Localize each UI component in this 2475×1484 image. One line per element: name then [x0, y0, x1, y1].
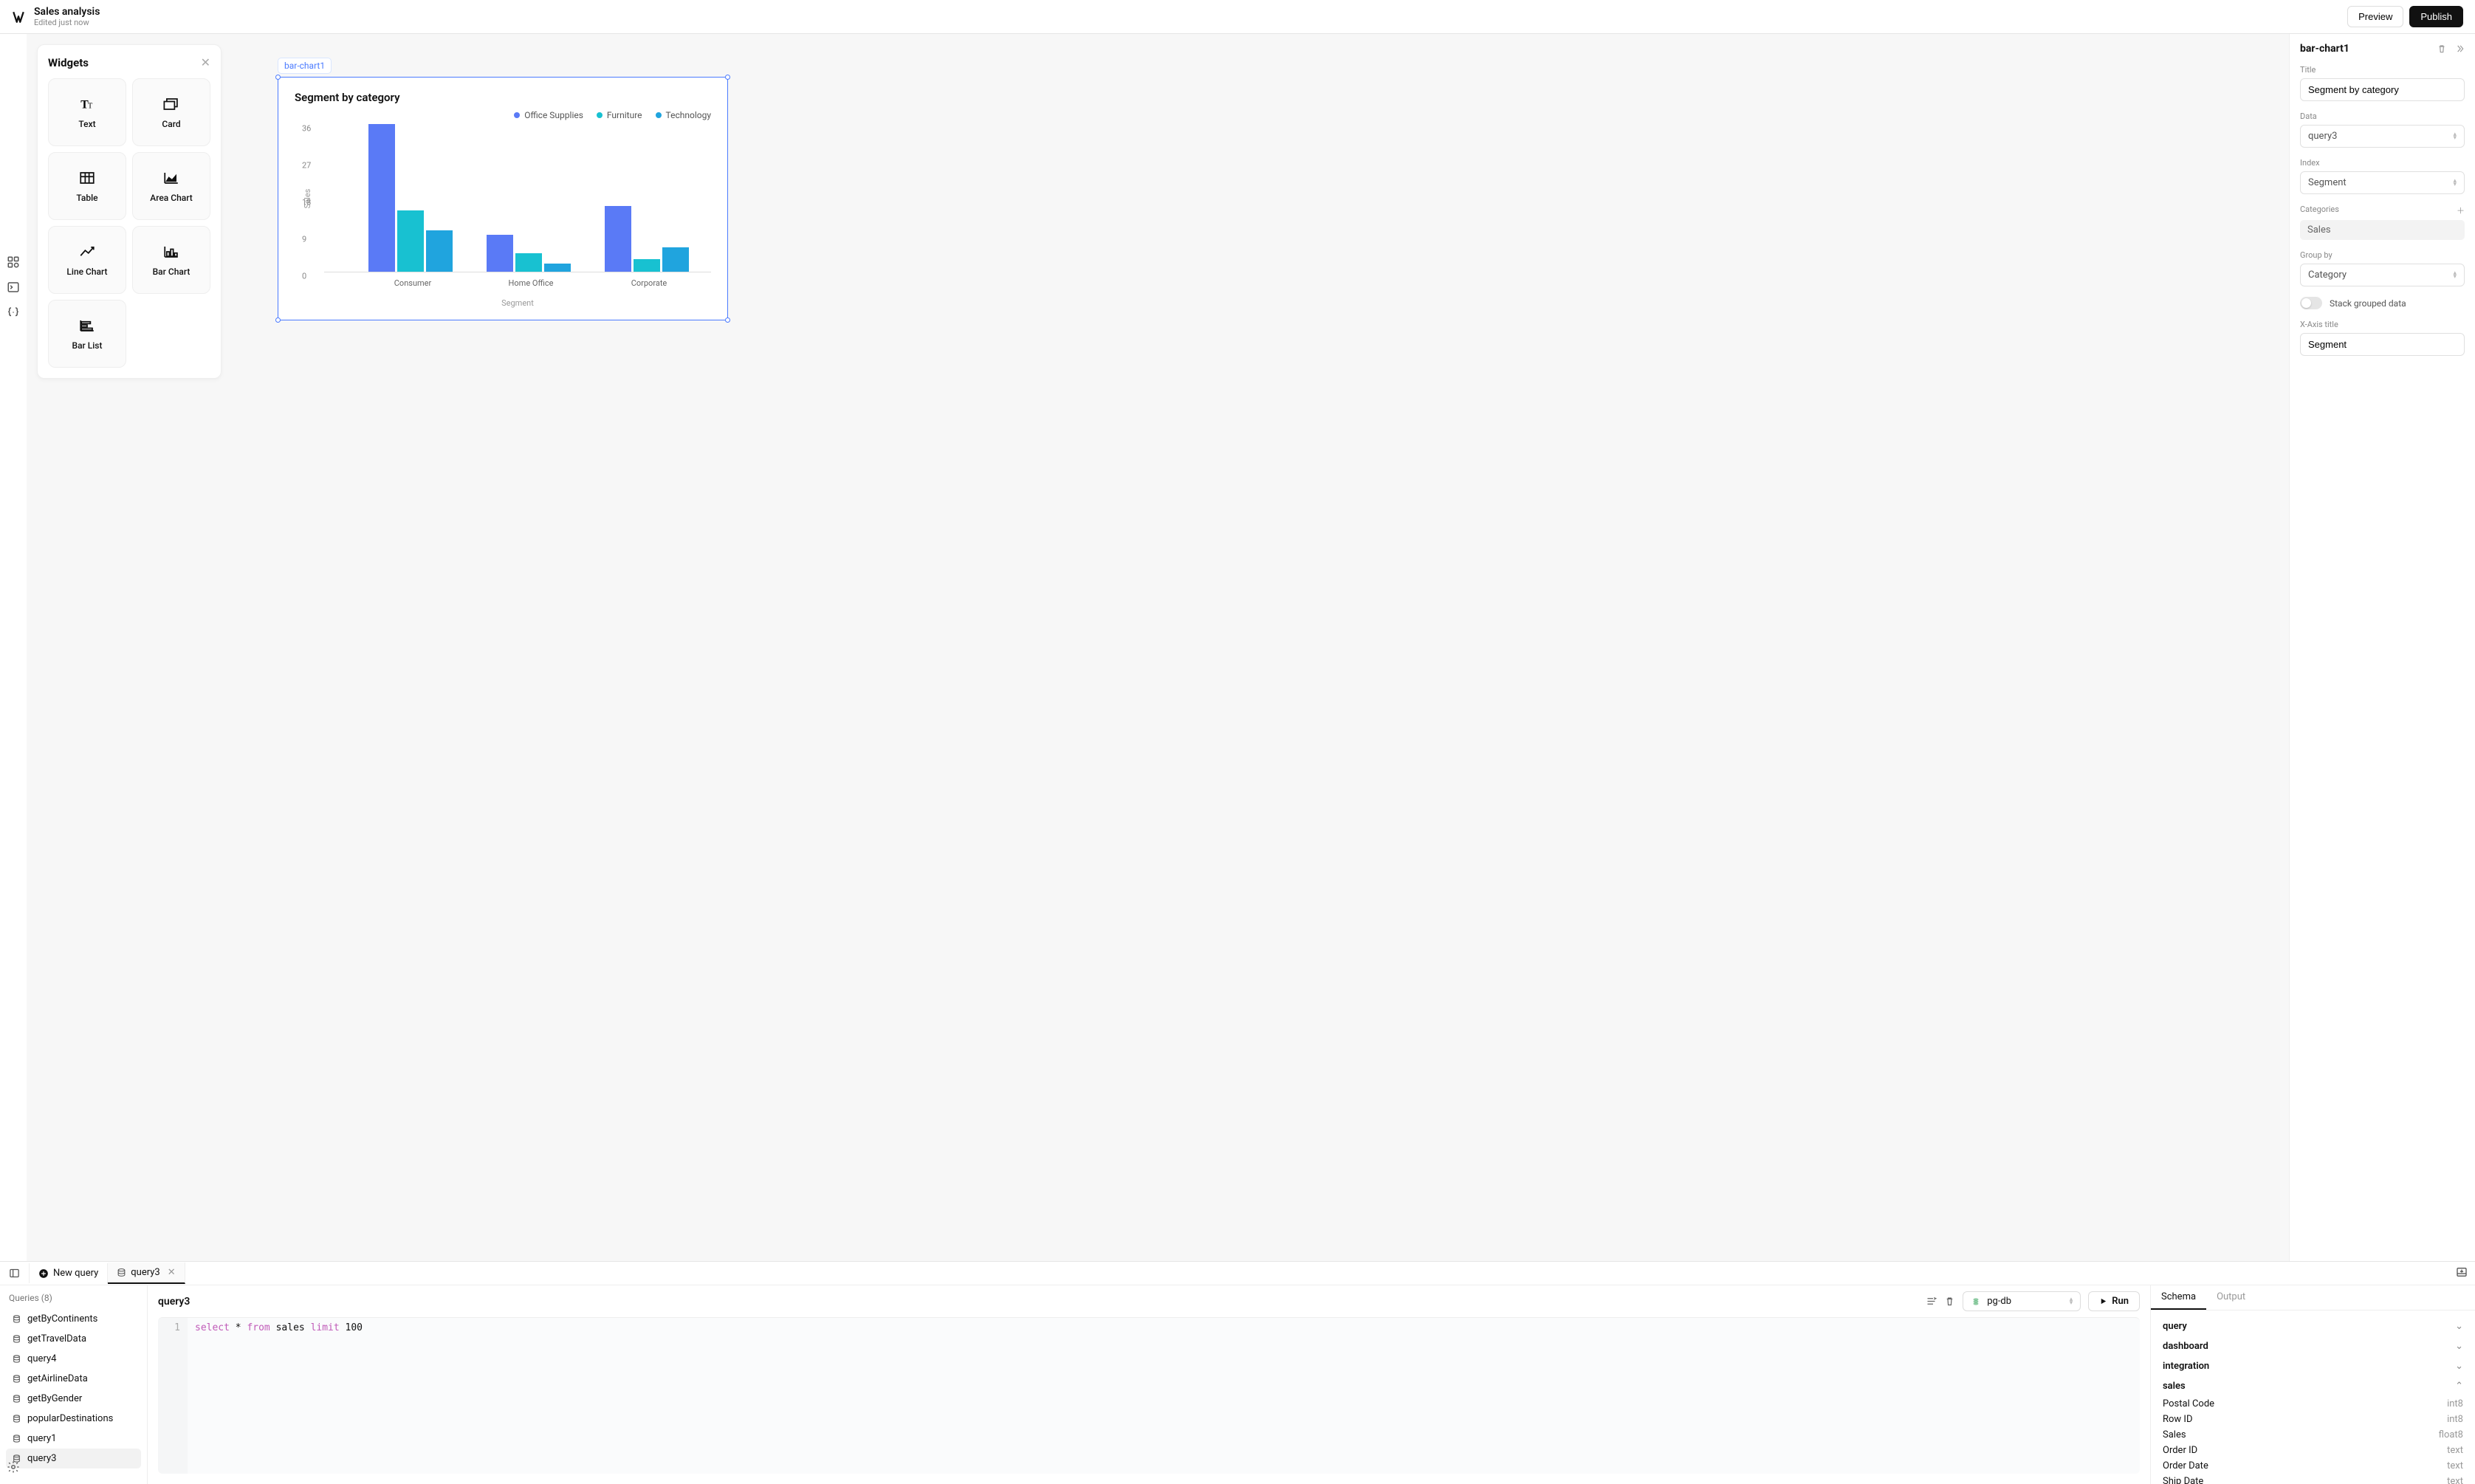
- widgets-rail-icon[interactable]: [7, 255, 20, 269]
- query-item[interactable]: query4: [6, 1349, 141, 1369]
- title-input[interactable]: [2300, 78, 2465, 101]
- widget-card[interactable]: Card: [132, 78, 210, 146]
- category-tag[interactable]: Sales: [2300, 220, 2465, 240]
- chart-plot: Sales 36271890: [324, 125, 711, 272]
- chart-title: Segment by category: [295, 91, 711, 104]
- query-item[interactable]: popularDestinations: [6, 1409, 141, 1429]
- bar: [515, 253, 542, 272]
- data-select[interactable]: query3▴▾: [2300, 125, 2465, 148]
- widget-bar-list[interactable]: Bar List: [48, 300, 126, 368]
- schema-column: Row IDint8: [2161, 1412, 2465, 1427]
- stack-toggle[interactable]: [2300, 297, 2322, 309]
- schema-column: Order Datetext: [2161, 1458, 2465, 1474]
- schema-column: Order IDtext: [2161, 1443, 2465, 1458]
- widgets-panel: Widgets ✕ TT Text Card Table: [37, 44, 222, 379]
- resize-handle[interactable]: [275, 317, 281, 323]
- bar: [487, 235, 513, 272]
- props-title: bar-chart1: [2300, 43, 2349, 55]
- delete-query-icon[interactable]: [1944, 1296, 1955, 1307]
- close-icon[interactable]: ✕: [201, 55, 210, 69]
- resize-handle[interactable]: [725, 75, 730, 80]
- bar: [397, 210, 424, 272]
- resize-handle[interactable]: [275, 75, 281, 80]
- settings-icon[interactable]: [7, 1460, 20, 1474]
- db-select[interactable]: pg-db ▴▾: [1963, 1291, 2081, 1311]
- output-tab[interactable]: Output: [2206, 1285, 2256, 1310]
- collapse-sidebar-icon[interactable]: [0, 1263, 30, 1283]
- schema-tab[interactable]: Schema: [2151, 1285, 2206, 1310]
- new-query-button[interactable]: New query: [30, 1263, 108, 1283]
- schema-table-row[interactable]: sales⌃: [2161, 1376, 2465, 1396]
- publish-button[interactable]: Publish: [2409, 6, 2463, 27]
- bar: [634, 259, 660, 272]
- schema-column: Salesfloat8: [2161, 1427, 2465, 1443]
- schema-column: Ship Datetext: [2161, 1474, 2465, 1484]
- query-item[interactable]: getTravelData: [6, 1329, 141, 1349]
- collapse-icon[interactable]: [2454, 44, 2465, 54]
- query-title: query3: [158, 1296, 1918, 1308]
- chart-tag: bar-chart1: [278, 58, 332, 74]
- top-bar: Sales analysis Edited just now Preview P…: [0, 0, 2475, 34]
- widget-bar-chart[interactable]: Bar Chart: [132, 226, 210, 294]
- query-item[interactable]: query3: [6, 1449, 141, 1468]
- schema-table-row[interactable]: integration⌄: [2161, 1356, 2465, 1376]
- schema-table-row[interactable]: dashboard⌄: [2161, 1336, 2465, 1356]
- format-icon[interactable]: [1926, 1296, 1937, 1307]
- sql-editor[interactable]: 1 select * from sales limit 100: [158, 1317, 2140, 1474]
- bottom-panel: New query query3 ✕ Queries (8) getByCont…: [0, 1261, 2475, 1484]
- queries-sidebar: Queries (8) getByContinentsgetTravelData…: [0, 1285, 148, 1484]
- chart-widget[interactable]: bar-chart1 Segment by category Office Su…: [278, 77, 728, 320]
- preview-button[interactable]: Preview: [2347, 6, 2403, 27]
- xaxis-input[interactable]: [2300, 333, 2465, 356]
- bar: [544, 264, 571, 272]
- schema-column: Postal Codeint8: [2161, 1396, 2465, 1412]
- widget-line-chart[interactable]: Line Chart: [48, 226, 126, 294]
- close-tab-icon[interactable]: ✕: [168, 1267, 176, 1278]
- widgets-title: Widgets: [48, 56, 89, 69]
- widget-table[interactable]: Table: [48, 152, 126, 220]
- app-logo-icon: [12, 10, 25, 24]
- query-item[interactable]: getByContinents: [6, 1309, 141, 1329]
- page-title: Sales analysis: [34, 6, 100, 18]
- query-tab[interactable]: query3 ✕: [108, 1263, 185, 1284]
- query-item[interactable]: getByGender: [6, 1389, 141, 1409]
- index-select[interactable]: Segment▴▾: [2300, 171, 2465, 194]
- widget-text[interactable]: TT Text: [48, 78, 126, 146]
- add-category-icon[interactable]: ＋: [2457, 205, 2465, 216]
- bar: [426, 230, 453, 272]
- dock-icon[interactable]: [2448, 1262, 2475, 1285]
- bar: [605, 206, 631, 272]
- widget-area-chart[interactable]: Area Chart: [132, 152, 210, 220]
- run-button[interactable]: Run: [2088, 1291, 2140, 1311]
- query-item[interactable]: getAirlineData: [6, 1369, 141, 1389]
- query-item[interactable]: query1: [6, 1429, 141, 1449]
- group-select[interactable]: Category▴▾: [2300, 264, 2465, 286]
- braces-rail-icon[interactable]: [7, 306, 20, 319]
- resize-handle[interactable]: [725, 317, 730, 323]
- svg-text:T: T: [88, 102, 93, 110]
- bar: [662, 247, 689, 272]
- terminal-rail-icon[interactable]: [7, 281, 20, 294]
- editor-pane: query3 pg-db ▴▾ Run 1 select * fro: [148, 1285, 2150, 1484]
- schema-table-row[interactable]: query⌄: [2161, 1316, 2465, 1336]
- schema-pane: Schema Output query⌄dashboard⌄integratio…: [2150, 1285, 2475, 1484]
- delete-icon[interactable]: [2437, 44, 2447, 54]
- chart-legend: Office Supplies Furniture Technology: [295, 110, 711, 120]
- page-subtitle: Edited just now: [34, 18, 100, 27]
- properties-panel: bar-chart1 Title Data query3▴▾ Index Seg…: [2289, 34, 2475, 1261]
- left-rail: [0, 34, 27, 1261]
- bar: [368, 124, 395, 272]
- canvas[interactable]: Widgets ✕ TT Text Card Table: [27, 34, 2289, 1261]
